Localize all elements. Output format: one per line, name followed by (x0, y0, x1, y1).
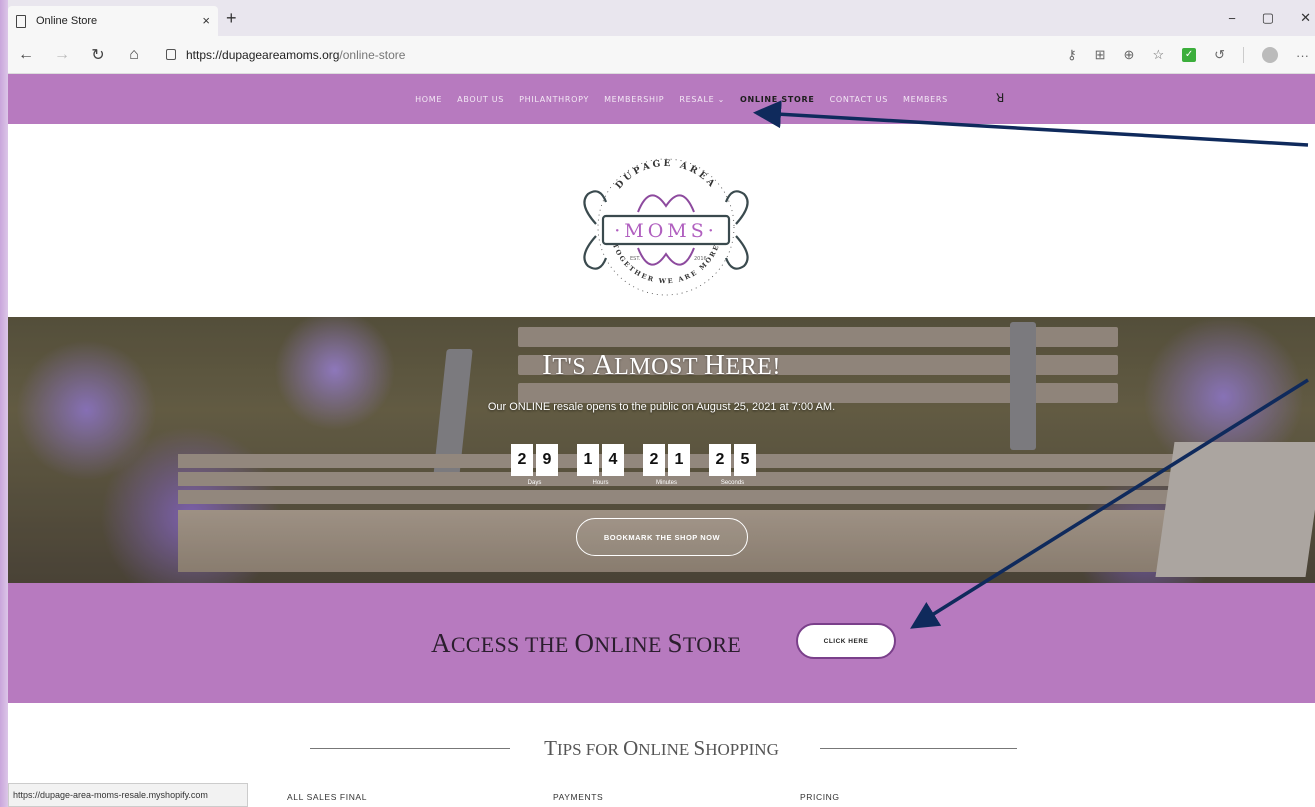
zoom-icon[interactable]: ⊕ (1124, 47, 1135, 63)
forward-arrow-icon[interactable]: → (54, 46, 70, 64)
site-logo[interactable]: DUPAGE AREA TOGETHER WE ARE MORE ·MOMS· … (8, 124, 1315, 317)
countdown-digit: 2 (709, 444, 731, 476)
click-here-button[interactable]: CLICK HERE (796, 623, 896, 659)
url-path: /online-store (339, 47, 406, 62)
nav-contact-us[interactable]: CONTACT US (830, 95, 888, 104)
reader-icon[interactable]: ⊞ (1095, 47, 1106, 63)
countdown-label: Minutes (655, 480, 677, 486)
address-bar: ← → ↻ ⌂ https://dupageareamoms.org/onlin… (8, 36, 1315, 74)
lock-icon[interactable] (166, 49, 176, 60)
nav-home[interactable]: HOME (415, 95, 442, 104)
bookmark-shop-button[interactable]: BOOKMARK THE SHOP NOW (576, 518, 748, 556)
extension-icon[interactable]: ↺ (1214, 47, 1225, 63)
svg-text:DUPAGE AREA: DUPAGE AREA (614, 159, 718, 191)
tips-column-heading: ALL SALES FINAL (287, 792, 368, 802)
extension-check-icon[interactable]: ✓ (1182, 48, 1197, 62)
tips-heading: TIPS FOR ONLINE SHOPPING (544, 736, 779, 760)
key-icon[interactable]: ⚷ (1067, 47, 1077, 63)
new-tab-button[interactable]: + (226, 8, 237, 29)
url-host: https://dupageareamoms.org (186, 47, 340, 62)
profile-avatar-icon[interactable] (1262, 47, 1278, 63)
tips-column-heading: PRICING (800, 792, 840, 802)
close-window-button[interactable]: ✕ (1300, 10, 1311, 26)
status-bar-link-preview: https://dupage-area-moms-resale.myshopif… (8, 783, 248, 807)
site-navigation: HOME ABOUT US PHILANTHROPY MEMBERSHIP RE… (8, 74, 1315, 124)
countdown-seconds: 2 5 Seconds (709, 444, 756, 486)
toolbar-icons: ⚷ ⊞ ⊕ ☆ ✓ ↺ ··· (1067, 36, 1309, 74)
maximize-button[interactable]: ▢ (1262, 10, 1274, 26)
access-store-band: ACCESS THE ONLINE STORE CLICK HERE (8, 583, 1315, 703)
nav-philanthropy[interactable]: PHILANTHROPY (519, 95, 589, 104)
countdown-digit: 1 (668, 444, 690, 476)
countdown-label: Days (527, 480, 542, 486)
toolbar-divider (1243, 47, 1244, 63)
countdown-label: Seconds (720, 480, 745, 486)
logo-area: DUPAGE AREA TOGETHER WE ARE MORE ·MOMS· … (8, 124, 1315, 317)
favorite-icon[interactable]: ☆ (1152, 47, 1164, 63)
nav-membership[interactable]: MEMBERSHIP (604, 95, 664, 104)
nav-members[interactable]: MEMBERS (903, 95, 948, 104)
countdown-days: 2 9 Days (511, 444, 558, 486)
countdown-digit: 2 (511, 444, 533, 476)
more-menu-icon[interactable]: ··· (1296, 48, 1309, 63)
svg-text:EST.: EST. (630, 256, 641, 262)
hero-subtitle: Our ONLINE resale opens to the public on… (487, 401, 836, 413)
countdown-label: Hours (592, 480, 609, 486)
tips-column-heading: PAYMENTS (553, 792, 604, 802)
tab-close-icon[interactable]: × (202, 13, 210, 28)
countdown-digit: 4 (602, 444, 624, 476)
countdown-timer: 2 9 Days 1 4 Hours 2 1 Minutes 2 5 Secon… (511, 444, 756, 486)
hero-title: IT'S ALMOST HERE! (542, 349, 781, 381)
countdown-hours: 1 4 Hours (577, 444, 624, 486)
window-controls: − ▢ ✕ (1228, 0, 1315, 36)
hero-banner: IT'S ALMOST HERE! Our ONLINE resale open… (8, 317, 1315, 583)
countdown-digit: 1 (577, 444, 599, 476)
countdown-digit: 2 (643, 444, 665, 476)
home-icon[interactable]: ⌂ (126, 46, 142, 64)
countdown-minutes: 2 1 Minutes (643, 444, 690, 486)
nav-online-store[interactable]: ONLINE STORE (740, 95, 815, 104)
back-arrow-icon[interactable]: ← (18, 46, 34, 64)
user-account-icon[interactable]: ꓤ (996, 91, 1004, 105)
countdown-digit: 5 (734, 444, 756, 476)
tab-bar: Online Store × + − ▢ ✕ (8, 0, 1315, 36)
svg-text:TOGETHER WE ARE MORE: TOGETHER WE ARE MORE (611, 242, 721, 285)
access-store-heading: ACCESS THE ONLINE STORE (431, 628, 742, 658)
url-field[interactable]: https://dupageareamoms.org/online-store (166, 48, 405, 62)
svg-text:2016: 2016 (694, 256, 707, 262)
tab-title: Online Store (36, 15, 98, 27)
tab-online-store[interactable]: Online Store × (8, 6, 218, 36)
refresh-icon[interactable]: ↻ (90, 45, 106, 65)
nav-resale[interactable]: RESALE ⌄ (679, 95, 725, 104)
page-icon (16, 14, 26, 28)
nav-about-us[interactable]: ABOUT US (457, 95, 504, 104)
countdown-digit: 9 (536, 444, 558, 476)
browser-window: Online Store × + − ▢ ✕ ← → ↻ ⌂ https://d… (8, 0, 1315, 807)
svg-text:·MOMS·: ·MOMS· (614, 220, 718, 242)
minimize-button[interactable]: − (1228, 11, 1236, 26)
